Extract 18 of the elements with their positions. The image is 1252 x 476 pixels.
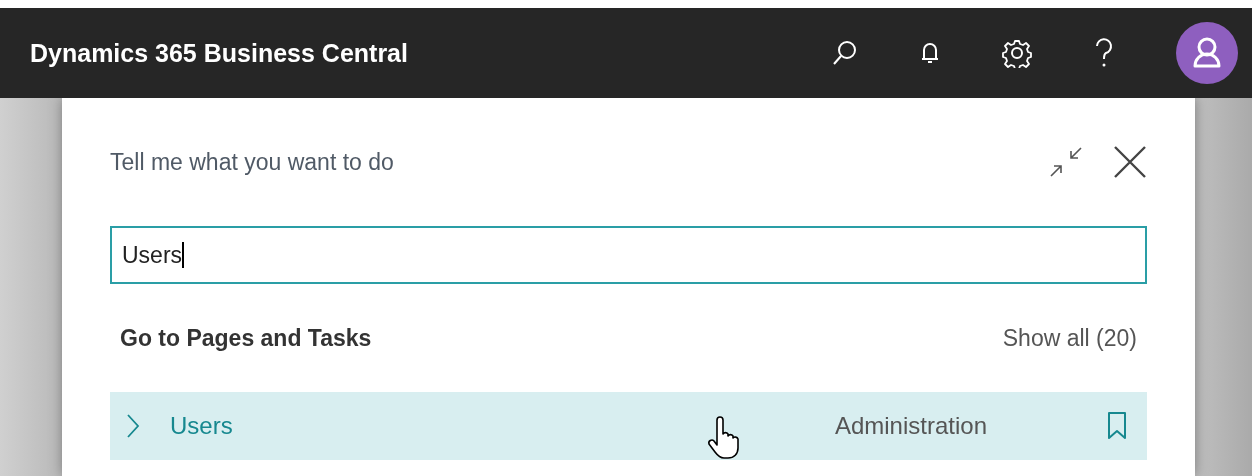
help-icon[interactable] [1094, 38, 1114, 68]
show-all-link[interactable]: Show all (20) [1002, 324, 1137, 352]
result-category: Administration [834, 412, 987, 440]
bookmark-icon[interactable] [1107, 412, 1127, 440]
settings-icon[interactable] [1002, 38, 1032, 68]
result-title: Users [170, 412, 233, 440]
result-row[interactable]: Users Administration [110, 392, 1147, 460]
app-title: Dynamics 365 Business Central [30, 38, 408, 68]
hand-cursor-icon [707, 416, 741, 460]
section-title: Go to Pages and Tasks [120, 324, 372, 352]
bell-icon[interactable] [920, 41, 940, 65]
chevron-icon[interactable] [126, 413, 140, 439]
avatar-icon[interactable] [1176, 22, 1238, 84]
collapse-icon[interactable] [1049, 146, 1083, 178]
search-icon[interactable] [832, 39, 858, 67]
panel-title: Tell me what you want to do [110, 148, 395, 176]
close-icon[interactable] [1113, 145, 1147, 179]
search-field[interactable]: Users [110, 226, 1147, 284]
